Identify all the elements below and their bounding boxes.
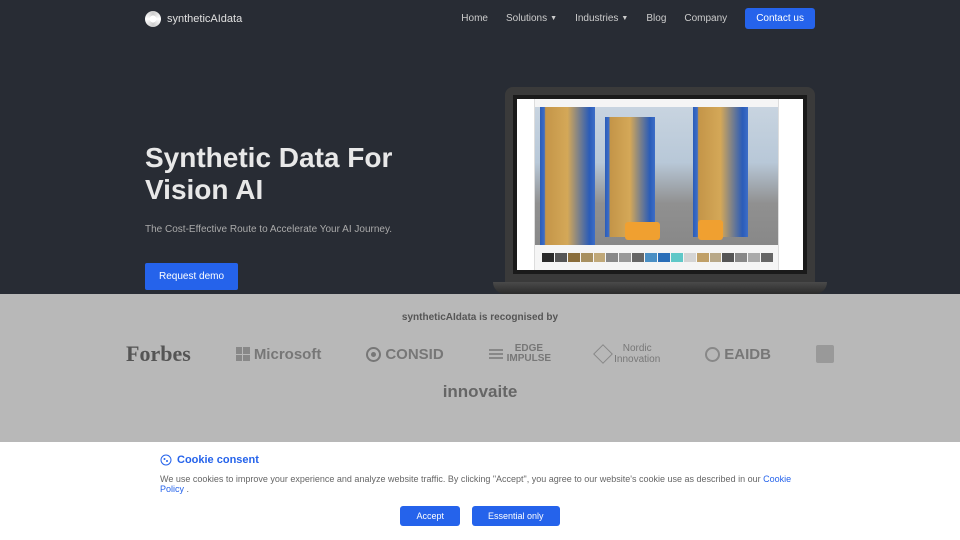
eaidb-icon <box>705 347 720 362</box>
recognition-title: syntheticAIdata is recognised by <box>0 312 960 323</box>
logo-consid: CONSID <box>366 346 443 363</box>
shelf <box>605 117 655 237</box>
nav-blog[interactable]: Blog <box>646 13 666 24</box>
color-swatch <box>658 253 670 262</box>
brand-icon <box>145 11 161 27</box>
nav-home[interactable]: Home <box>461 13 488 24</box>
microsoft-icon <box>236 347 250 361</box>
brand-name: syntheticAIdata <box>167 13 242 25</box>
nav-solutions[interactable]: Solutions▼ <box>506 13 557 24</box>
color-swatch <box>632 253 644 262</box>
app-screenshot <box>517 99 803 270</box>
recognition-section: syntheticAIdata is recognised by Forbes … <box>0 294 960 447</box>
color-swatch <box>555 253 567 262</box>
color-swatch <box>645 253 657 262</box>
cookie-banner: Cookie consent We use cookies to improve… <box>0 442 960 540</box>
color-swatch <box>606 253 618 262</box>
contact-button[interactable]: Contact us <box>745 8 815 29</box>
request-demo-button[interactable]: Request demo <box>145 263 238 290</box>
logo-microsoft: Microsoft <box>236 346 322 363</box>
chevron-down-icon: ▼ <box>621 15 628 22</box>
essential-only-button[interactable]: Essential only <box>472 506 560 526</box>
warehouse-scene <box>535 107 778 245</box>
laptop-base <box>493 282 827 294</box>
edge-icon <box>489 349 503 359</box>
right-toolbar <box>778 99 803 270</box>
logos-row-2: innovaite <box>0 382 960 402</box>
logo-eaidb: EAIDB <box>705 346 771 363</box>
left-toolbar <box>517 99 535 270</box>
nav-company[interactable]: Company <box>684 13 727 24</box>
cookie-title: Cookie consent <box>177 454 259 466</box>
consid-icon <box>366 347 381 362</box>
nav-industries[interactable]: Industries▼ <box>575 13 628 24</box>
color-swatch <box>671 253 683 262</box>
logos-row-1: Forbes Microsoft CONSID EDGEIMPULSE Nord… <box>0 341 960 367</box>
color-swatch <box>697 253 709 262</box>
logo-edge-impulse: EDGEIMPULSE <box>489 344 551 364</box>
laptop-screen <box>505 87 815 282</box>
color-swatch <box>748 253 760 262</box>
color-swatch <box>735 253 747 262</box>
logo-forbes: Forbes <box>126 341 191 367</box>
color-swatch <box>568 253 580 262</box>
hero-title: Synthetic Data For Vision AI <box>145 142 475 206</box>
header: syntheticAIdata Home Solutions▼ Industri… <box>0 0 960 37</box>
logo-nordic: NordicInnovation <box>596 343 660 365</box>
main-nav: Home Solutions▼ Industries▼ Blog Company… <box>461 8 815 29</box>
accept-button[interactable]: Accept <box>400 506 460 526</box>
hero-section: Synthetic Data For Vision AI The Cost-Ef… <box>0 37 960 294</box>
cookie-header: Cookie consent <box>160 454 800 466</box>
cookie-icon <box>160 454 172 466</box>
cookie-text: We use cookies to improve your experienc… <box>160 474 800 494</box>
logo-innovaite: innovaite <box>443 382 518 402</box>
logo-person-icon <box>816 345 834 363</box>
hero-content: Synthetic Data For Vision AI The Cost-Ef… <box>145 87 475 290</box>
cookie-buttons: Accept Essential only <box>160 506 800 526</box>
laptop-mockup <box>505 87 815 294</box>
logo[interactable]: syntheticAIdata <box>145 11 242 27</box>
nordic-icon <box>593 344 613 364</box>
color-swatch <box>722 253 734 262</box>
color-swatch <box>594 253 606 262</box>
hero-subtitle: The Cost-Effective Route to Accelerate Y… <box>145 224 475 235</box>
robot <box>698 220 723 240</box>
shelf <box>693 107 748 237</box>
chevron-down-icon: ▼ <box>550 15 557 22</box>
color-swatch <box>710 253 722 262</box>
robot <box>625 222 660 240</box>
color-swatch <box>542 253 554 262</box>
shelf <box>540 107 595 245</box>
color-swatch <box>619 253 631 262</box>
color-swatch <box>761 253 773 262</box>
color-swatch <box>581 253 593 262</box>
color-swatches <box>542 253 773 265</box>
color-swatch <box>684 253 696 262</box>
